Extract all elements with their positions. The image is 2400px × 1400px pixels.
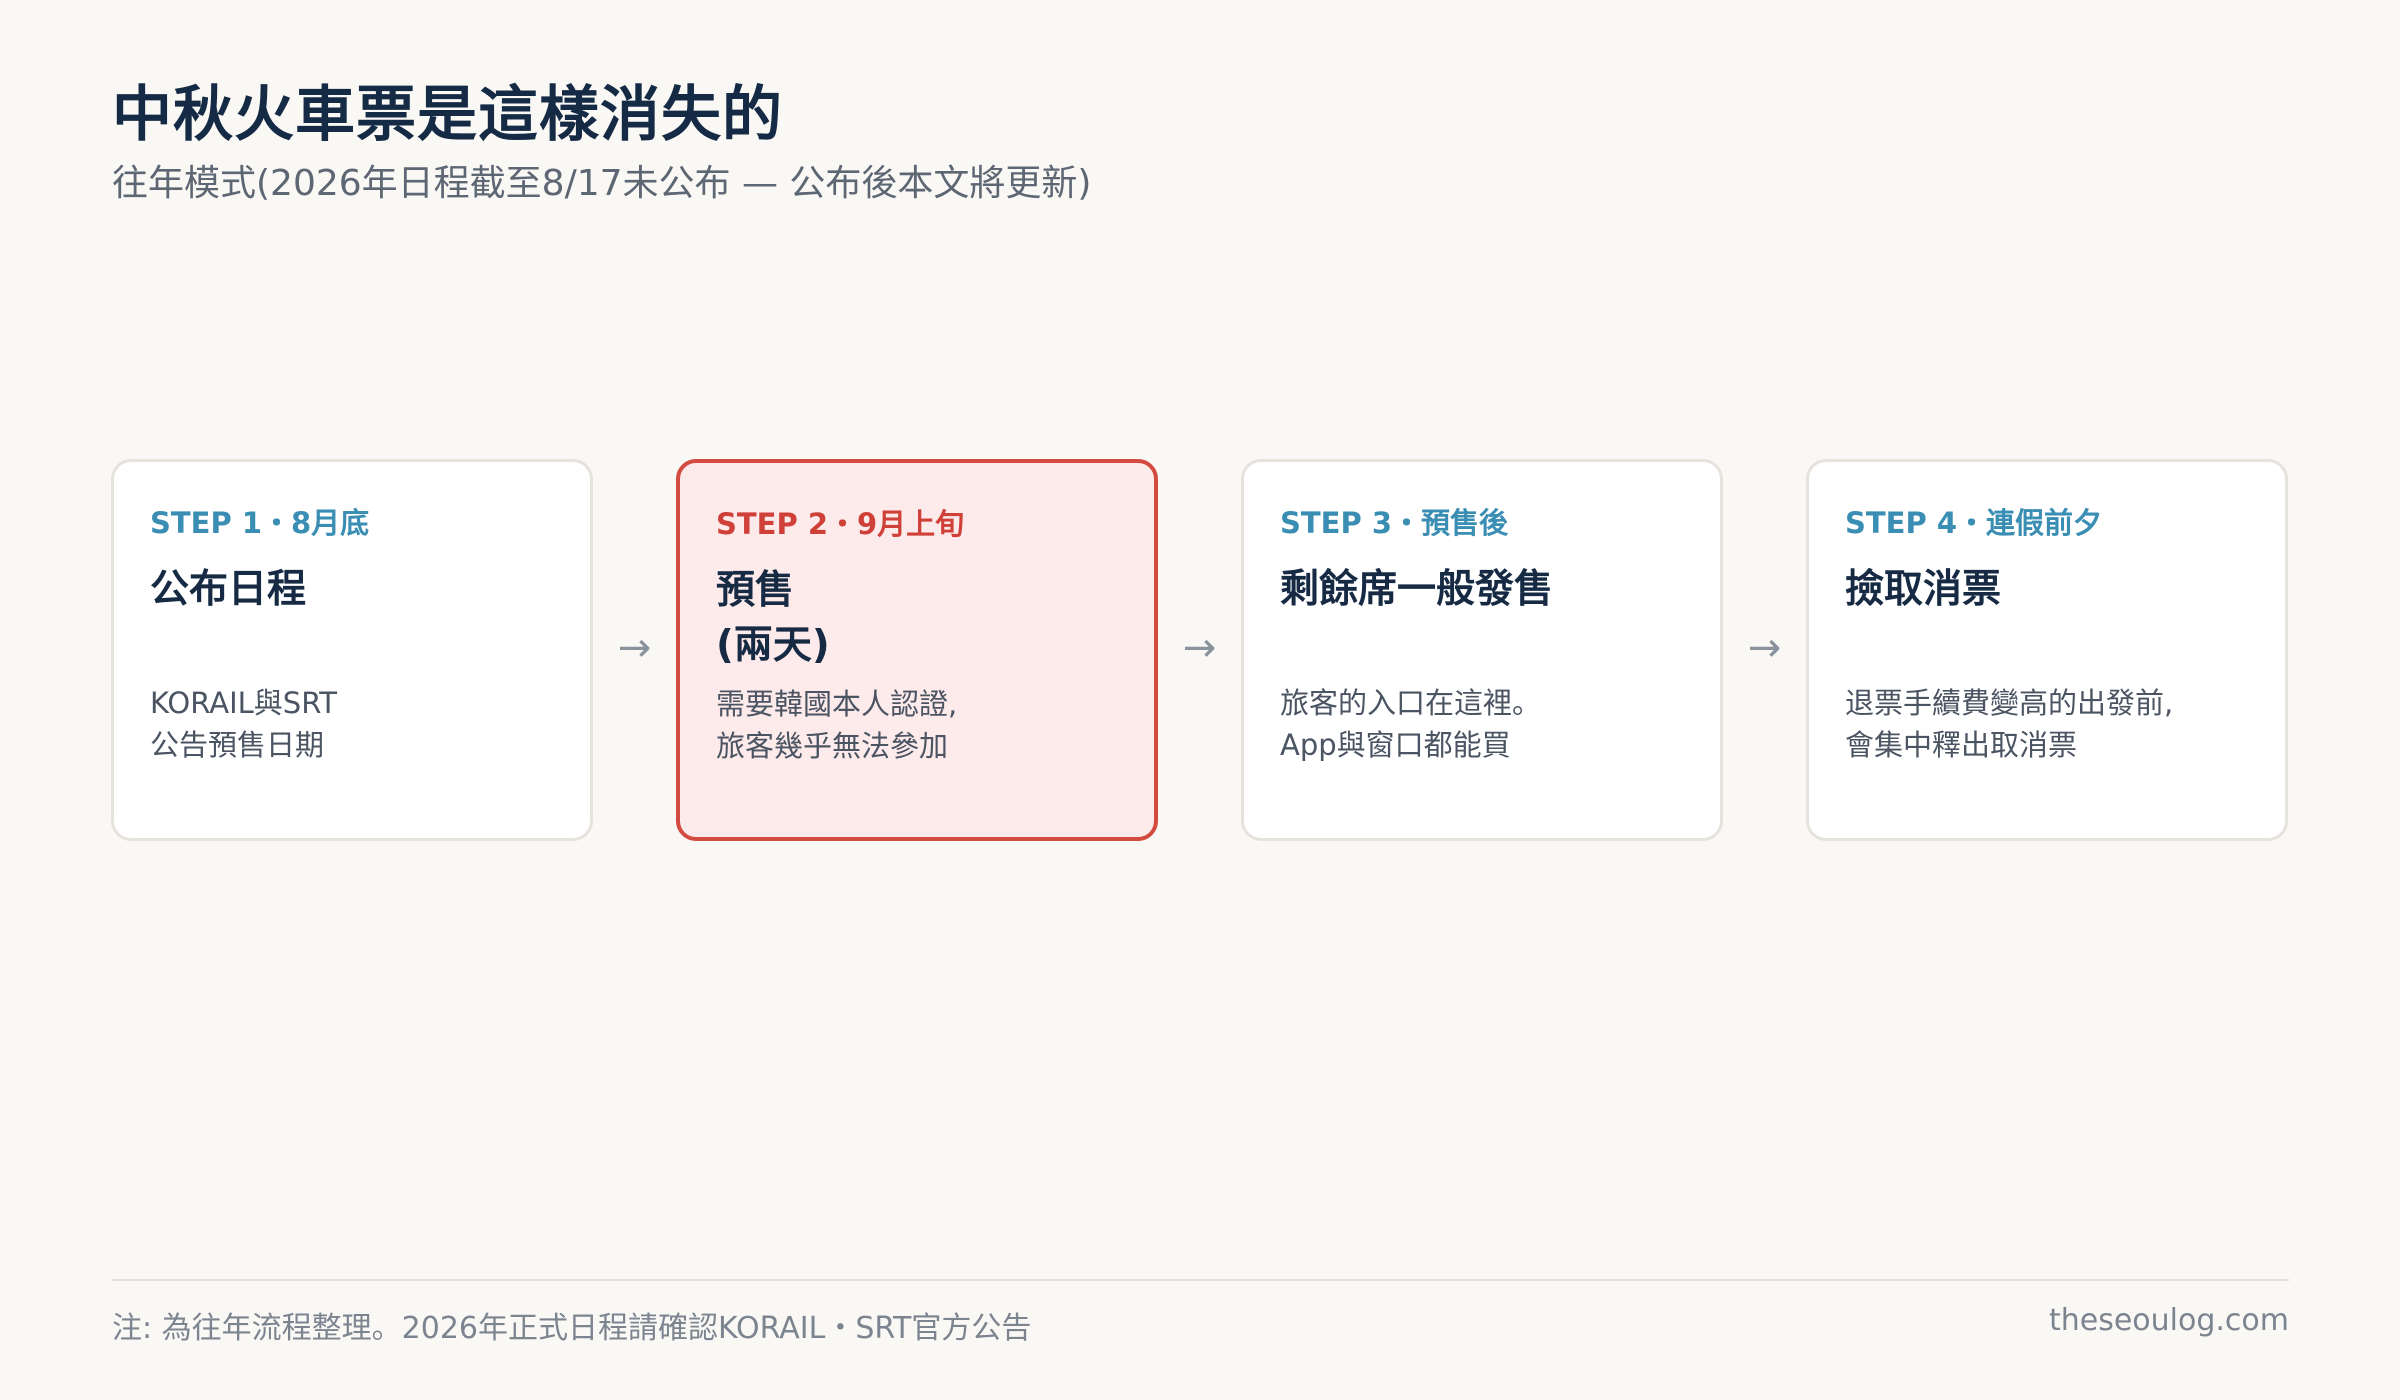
step-label: STEP 3・預售後 — [1280, 506, 1509, 540]
arrow-right-icon: → — [617, 625, 652, 671]
step-flow: STEP 1・8月底 公布日程 KORAIL與SRT 公告預售日期 → STEP… — [111, 459, 2289, 841]
step-description: 退票手續費變高的出發前, 會集中釋出取消票 — [1845, 686, 2174, 762]
step-title: 剩餘席一般發售 — [1280, 567, 1554, 612]
step-label: STEP 4・連假前夕 — [1845, 506, 2103, 540]
step-card-3: STEP 3・預售後 剩餘席一般發售 旅客的入口在這裡。 App與窗口都能買 — [1241, 459, 1723, 841]
page-subtitle: 往年模式(2026年日程截至8/17未公布 — 公布後本文將更新) — [112, 163, 1092, 204]
step-label: STEP 1・8月底 — [150, 506, 370, 540]
step-title: 公布日程 — [150, 567, 307, 612]
step-label: STEP 2・9月上旬 — [716, 507, 965, 541]
step-description: 旅客的入口在這裡。 App與窗口都能買 — [1280, 686, 1542, 762]
step-card-1: STEP 1・8月底 公布日程 KORAIL與SRT 公告預售日期 — [111, 459, 593, 841]
footer-divider — [112, 1279, 2289, 1281]
step-card-4: STEP 4・連假前夕 撿取消票 退票手續費變高的出發前, 會集中釋出取消票 — [1806, 459, 2288, 841]
step-card-2: STEP 2・9月上旬 預售 (兩天) 需要韓國本人認證, 旅客幾乎無法參加 — [676, 459, 1158, 841]
site-credit: theseoulog.com — [2048, 1303, 2289, 1338]
step-description: 需要韓國本人認證, 旅客幾乎無法參加 — [716, 687, 958, 763]
footnote: 注: 為往年流程整理。2026年正式日程請確認KORAIL・SRT官方公告 — [112, 1311, 1032, 1346]
arrow-right-icon: → — [1182, 625, 1217, 671]
step-title: 撿取消票 — [1845, 567, 2002, 612]
arrow-right-icon: → — [1747, 625, 1782, 671]
step-title: 預售 (兩天) — [716, 568, 830, 668]
page-title: 中秋火車票是這樣消失的 — [112, 80, 783, 150]
step-description: KORAIL與SRT 公告預售日期 — [150, 686, 337, 762]
